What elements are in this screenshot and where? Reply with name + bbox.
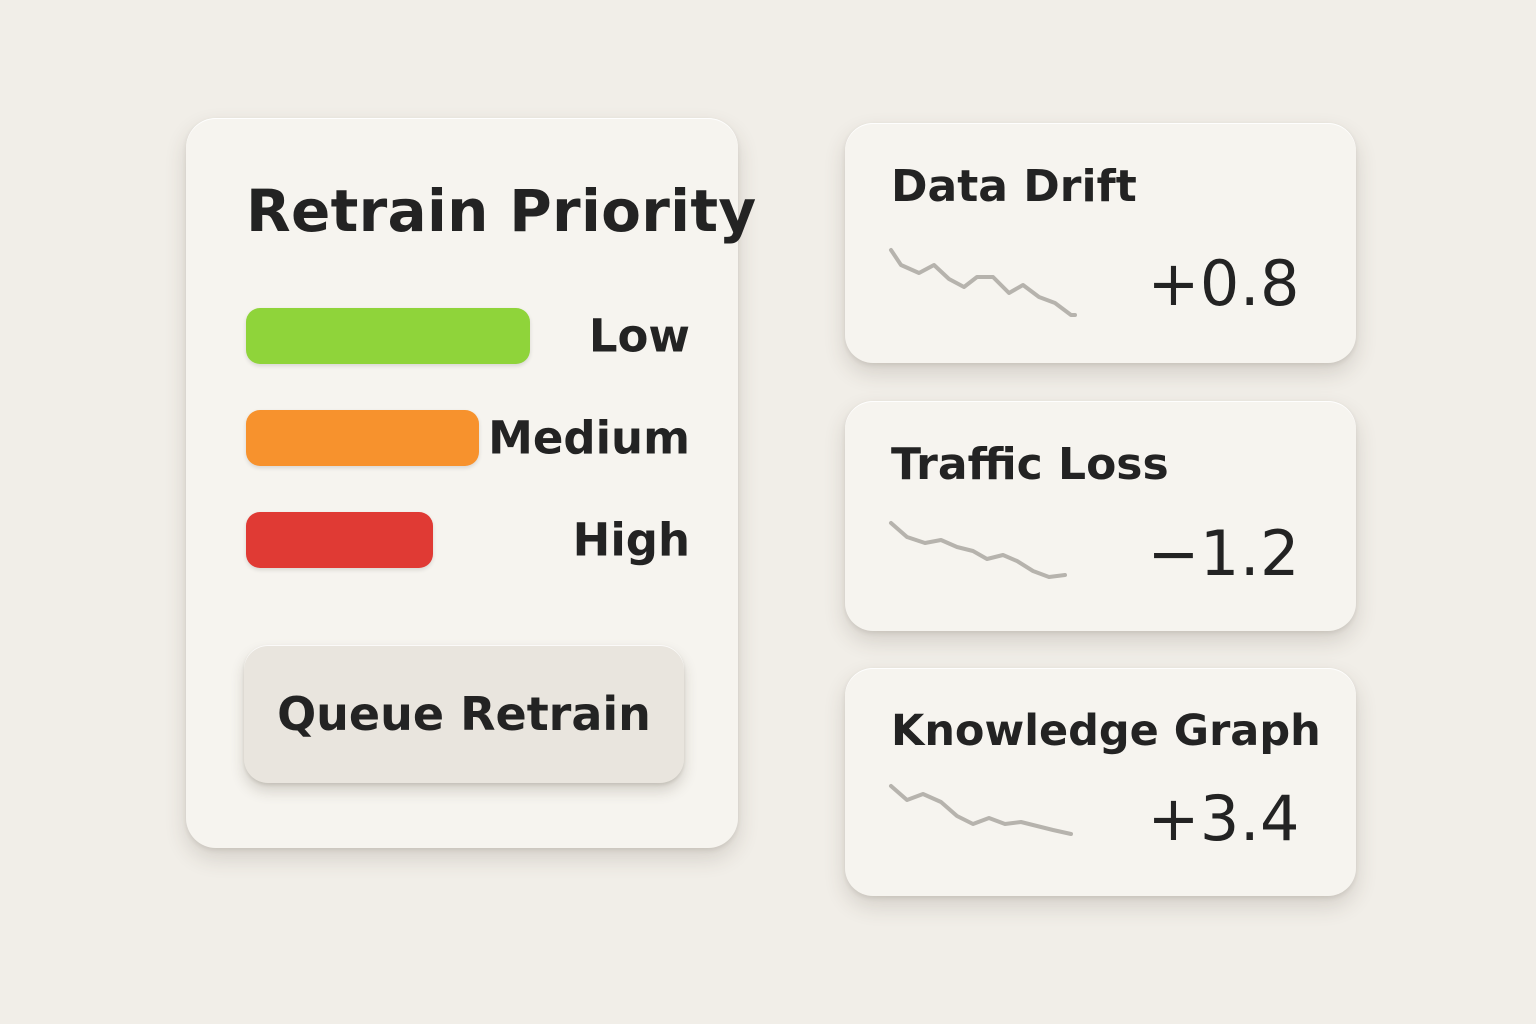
retrain-priority-panel: Retrain Priority Low Medium High Queue R…: [186, 118, 756, 848]
metric-card-data-drift: Data Drift +0.8: [845, 123, 1356, 363]
metric-title: Data Drift: [891, 161, 1137, 212]
sparkline-down-icon: [889, 784, 1073, 836]
priority-title: Retrain Priority: [246, 177, 757, 245]
sparkline-down-icon: [889, 248, 1077, 317]
priority-bar-low: [246, 308, 530, 364]
metric-card-knowledge-graph: Knowledge Graph +3.4: [845, 668, 1356, 896]
priority-level-low: Low: [246, 308, 690, 364]
priority-level-high: High: [246, 512, 690, 568]
queue-retrain-button[interactable]: Queue Retrain: [244, 645, 684, 783]
metric-title: Traffic Loss: [891, 439, 1169, 490]
priority-label-high: High: [572, 513, 690, 567]
metric-value: +0.8: [1147, 247, 1300, 320]
priority-label-medium: Medium: [488, 411, 690, 465]
priority-label-low: Low: [588, 309, 690, 363]
sparkline-down-icon: [889, 521, 1067, 579]
priority-bar-medium: [246, 410, 479, 466]
metric-value: +3.4: [1147, 782, 1300, 855]
metric-value: −1.2: [1147, 517, 1300, 590]
metric-card-traffic-loss: Traffic Loss −1.2: [845, 401, 1356, 631]
priority-bar-high: [246, 512, 433, 568]
metric-title: Knowledge Graph: [891, 706, 1321, 756]
priority-level-medium: Medium: [246, 410, 690, 466]
